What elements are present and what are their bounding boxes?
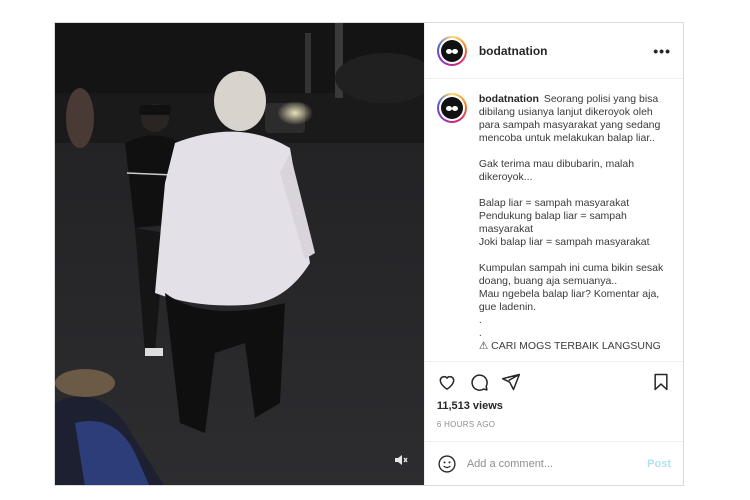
video-frame bbox=[55, 23, 424, 485]
more-horizontal-icon[interactable]: ••• bbox=[653, 43, 671, 59]
caption-area: bodatnation Seorang polisi yang bisa dib… bbox=[425, 79, 683, 361]
mute-toggle-icon[interactable] bbox=[394, 453, 408, 467]
post-timestamp[interactable]: 6 HOURS AGO bbox=[437, 420, 671, 429]
caption: bodatnation Seorang polisi yang bisa dib… bbox=[479, 93, 669, 361]
caption-avatar[interactable] bbox=[436, 93, 467, 123]
heart-icon[interactable] bbox=[437, 372, 457, 392]
caption-body: Seorang polisi yang bisa dibilang usiany… bbox=[478, 93, 664, 352]
emoji-icon[interactable] bbox=[437, 454, 457, 474]
avatar[interactable] bbox=[436, 35, 467, 66]
comment-bar: Post bbox=[424, 441, 683, 485]
comment-input[interactable] bbox=[466, 457, 637, 470]
share-icon[interactable] bbox=[501, 372, 521, 392]
post-header: bodatnation ••• bbox=[424, 23, 683, 79]
avatar-image bbox=[440, 39, 463, 62]
caption-username[interactable]: bodatnation bbox=[479, 93, 539, 105]
bookmark-icon[interactable] bbox=[651, 372, 671, 392]
instagram-post-card: bodatnation ••• bodatnation Seorang poli… bbox=[54, 22, 684, 486]
post-actions: 11,513 views 6 HOURS AGO bbox=[424, 361, 683, 429]
post-username[interactable]: bodatnation bbox=[479, 44, 548, 58]
post-video[interactable] bbox=[55, 23, 424, 485]
action-icon-row bbox=[437, 370, 671, 394]
post-comment-button[interactable]: Post bbox=[647, 458, 671, 470]
post-side-panel: bodatnation ••• bodatnation Seorang poli… bbox=[423, 23, 683, 485]
view-count[interactable]: 11,513 views bbox=[437, 400, 671, 412]
comment-icon[interactable] bbox=[469, 372, 489, 392]
avatar-image bbox=[440, 97, 463, 119]
